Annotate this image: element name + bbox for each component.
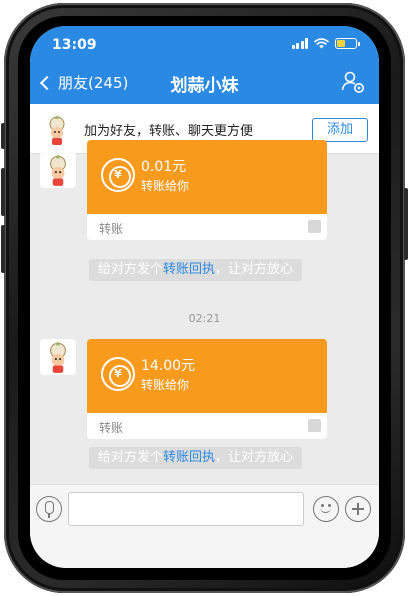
transfer-label: 转账 bbox=[99, 421, 124, 435]
status-icons bbox=[291, 38, 360, 49]
transfer-subtext: 转账给你 bbox=[141, 378, 190, 392]
receipt-prompt: 给对方发个转账回执，让对方放心 bbox=[89, 447, 303, 469]
transfer-card-footer: 转账 bbox=[87, 413, 327, 439]
app-logo-icon bbox=[308, 419, 321, 432]
transfer-card-footer: 转账 bbox=[87, 214, 327, 240]
emoji-icon[interactable] bbox=[313, 496, 339, 522]
battery-icon bbox=[335, 38, 360, 49]
transfer-label: 转账 bbox=[99, 222, 124, 236]
status-time: 13:09 bbox=[52, 37, 97, 53]
power-button bbox=[404, 188, 408, 260]
receipt-link[interactable]: 转账回执 bbox=[163, 450, 215, 465]
transfer-subtext: 转账给你 bbox=[141, 179, 190, 193]
receipt-prompt: 给对方发个转账回执，让对方放心 bbox=[89, 259, 303, 281]
avatar[interactable] bbox=[40, 152, 76, 188]
receipt-suffix: ，让对方放心 bbox=[215, 262, 294, 277]
transfer-card[interactable]: ¥ 0.01元 转账给你 转账 bbox=[87, 140, 327, 240]
volume-up-button bbox=[1, 168, 5, 216]
message-input[interactable] bbox=[68, 492, 304, 526]
voice-icon[interactable] bbox=[36, 496, 62, 522]
volume-down-button bbox=[1, 225, 5, 273]
transfer-card-body: ¥ 14.00元 转账给你 bbox=[87, 339, 327, 413]
silent-switch bbox=[1, 123, 5, 149]
avatar[interactable] bbox=[40, 113, 74, 147]
message-timestamp: 02:21 bbox=[188, 312, 221, 325]
garlic-avatar-icon bbox=[50, 341, 66, 373]
app-screen: 13:09 朋友(245) 划蒜小妹 加为好友，转账、聊天更方便 添加 ¥ 0.… bbox=[30, 26, 379, 568]
add-friend-button[interactable]: 添加 bbox=[312, 118, 368, 142]
signal-icon bbox=[291, 38, 308, 49]
avatar[interactable] bbox=[40, 339, 76, 375]
receipt-prefix: 给对方发个 bbox=[98, 450, 164, 465]
wifi-icon bbox=[314, 38, 329, 49]
transfer-amount: 0.01元 bbox=[141, 159, 187, 175]
garlic-avatar-icon bbox=[50, 154, 66, 186]
page-title: 划蒜小妹 bbox=[170, 76, 239, 96]
garlic-avatar-icon bbox=[49, 115, 65, 145]
yen-coin-icon: ¥ bbox=[101, 158, 135, 192]
app-logo-icon bbox=[308, 220, 321, 233]
receipt-prefix: 给对方发个 bbox=[98, 262, 164, 277]
receipt-link[interactable]: 转账回执 bbox=[163, 262, 215, 277]
chat-input-bar bbox=[30, 484, 379, 534]
transfer-amount: 14.00元 bbox=[141, 358, 196, 374]
transfer-card-body: ¥ 0.01元 转账给你 bbox=[87, 140, 327, 214]
home-indicator-area bbox=[30, 534, 379, 568]
transfer-card[interactable]: ¥ 14.00元 转账给你 转账 bbox=[87, 339, 327, 439]
header: 13:09 朋友(245) 划蒜小妹 bbox=[30, 26, 379, 104]
profile-settings-icon[interactable] bbox=[341, 70, 365, 94]
banner-text: 加为好友，转账、聊天更方便 bbox=[84, 124, 254, 139]
plus-icon[interactable] bbox=[345, 496, 371, 522]
yen-coin-icon: ¥ bbox=[101, 357, 135, 391]
receipt-suffix: ，让对方放心 bbox=[215, 450, 294, 465]
